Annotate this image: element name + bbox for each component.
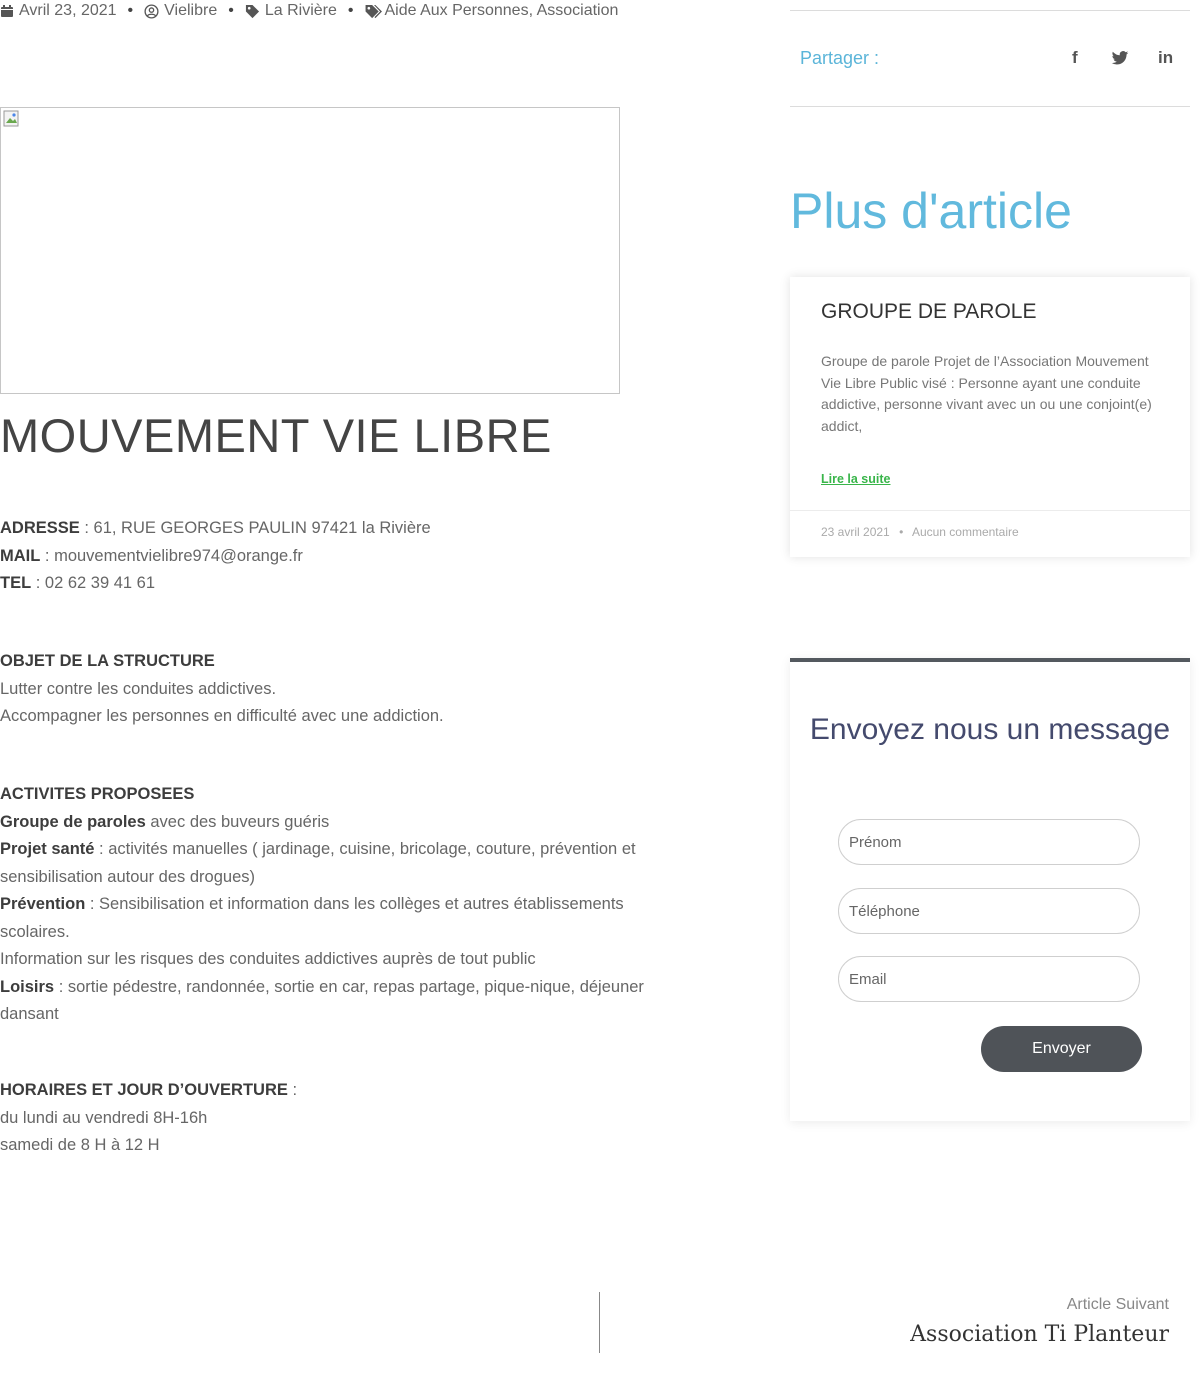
featured-image xyxy=(0,107,620,394)
twitter-icon[interactable] xyxy=(1111,51,1129,71)
card-date: 23 avril 2021 xyxy=(821,525,890,539)
firstname-input[interactable] xyxy=(838,819,1140,865)
tag-icon xyxy=(245,4,260,19)
tags-icon xyxy=(364,4,384,19)
card-footer: 23 avril 2021 • Aucun commentaire xyxy=(821,525,1019,539)
activites-block: ACTIVITES PROPOSEES Groupe de paroles av… xyxy=(0,781,644,1029)
objet-line: Accompagner les personnes en difficulté … xyxy=(0,707,444,725)
calendar-icon xyxy=(0,4,14,18)
card-excerpt: Groupe de parole Projet de l’Association… xyxy=(821,353,1152,434)
share-divider-top xyxy=(790,10,1190,11)
post-title: MOUVEMENT VIE LIBRE xyxy=(0,409,552,462)
post-location-link[interactable]: La Rivière xyxy=(265,2,337,20)
objet-line: Lutter contre les conduites addictives. xyxy=(0,679,277,698)
activite-label: Projet santé xyxy=(0,840,95,858)
mail-value: : mouvementvielibre974@orange.fr xyxy=(40,546,303,565)
activite-label: Loisirs xyxy=(0,977,55,996)
tel-value: : 02 62 39 41 61 xyxy=(31,574,156,592)
activite-label: Groupe de paroles xyxy=(0,812,146,831)
activite-line: Information sur les risques des conduite… xyxy=(0,950,536,968)
email-input[interactable] xyxy=(838,956,1140,1002)
activite-line-cont: sensibilisation autour des drogues) xyxy=(0,867,255,886)
activite-line: Loisirs : sortie pédestre, randonnée, so… xyxy=(0,974,644,1002)
user-circle-icon xyxy=(144,3,159,19)
broken-image-icon xyxy=(3,110,21,133)
post-date: Avril 23, 2021 xyxy=(19,2,117,19)
horaires-block: HORAIRES ET JOUR D’OUVERTURE : du lundi … xyxy=(0,1077,297,1160)
post-meta: Avril 23, 2021 • Vielibre • La Rivière •… xyxy=(0,2,618,20)
next-article-label: Article Suivant xyxy=(1066,1296,1169,1313)
facebook-icon[interactable]: f xyxy=(1072,48,1078,68)
activite-line: Projet santé : activités manuelles ( jar… xyxy=(0,836,644,864)
card-separator: • xyxy=(899,525,904,539)
card-title[interactable]: GROUPE DE PAROLE xyxy=(821,300,1037,324)
activite-line-cont: scolaires. xyxy=(0,922,70,941)
mail-line: MAIL : mouvementvielibre974@orange.fr xyxy=(0,543,431,571)
objet-block: OBJET DE LA STRUCTURE Lutter contre les … xyxy=(0,648,444,731)
activite-line: Groupe de paroles avec des buveurs guéri… xyxy=(0,809,644,837)
read-more-link[interactable]: Lire la suite xyxy=(821,472,890,486)
send-button[interactable]: Envoyer xyxy=(981,1026,1142,1072)
address-label: ADRESSE xyxy=(0,519,80,537)
horaires-line: samedi de 8 H à 12 H xyxy=(0,1136,160,1154)
card-divider xyxy=(790,510,1190,511)
tel-line: TEL : 02 62 39 41 61 xyxy=(0,570,431,598)
card-comments: Aucun commentaire xyxy=(911,525,1019,539)
share-divider-bottom xyxy=(790,106,1190,107)
activite-text: avec des buveurs guéris xyxy=(145,812,330,831)
meta-separator: • xyxy=(127,2,134,19)
share-label: Partager : xyxy=(800,48,880,68)
post-nav-divider xyxy=(599,1292,600,1353)
phone-input[interactable] xyxy=(838,888,1140,934)
tel-label: TEL xyxy=(0,574,32,592)
activite-text: : activités manuelles ( jardinage, cuisi… xyxy=(94,840,636,858)
form-title: Envoyez nous un message xyxy=(809,713,1171,746)
contact-info-block: ADRESSE : 61, RUE GEORGES PAULIN 97421 l… xyxy=(0,515,431,598)
post-categories-link[interactable]: Aide Aux Personnes, Association xyxy=(384,2,618,20)
linkedin-icon[interactable]: in xyxy=(1158,48,1173,68)
address-value: : 61, RUE GEORGES PAULIN 97421 la Rivièr… xyxy=(79,519,431,537)
contact-form: Envoyez nous un message Envoyer xyxy=(790,658,1190,1121)
meta-separator: • xyxy=(228,2,234,19)
address-line: ADRESSE : 61, RUE GEORGES PAULIN 97421 l… xyxy=(0,515,431,543)
activite-label: Prévention xyxy=(0,895,86,913)
more-articles-title: Plus d'article xyxy=(790,183,1072,239)
activite-line-cont: dansant xyxy=(0,1005,59,1023)
next-article-link[interactable]: Association Ti Planteur xyxy=(910,1322,1169,1347)
activite-text: : sortie pédestre, randonnée, sortie en … xyxy=(54,977,644,996)
article-card: GROUPE DE PAROLE Groupe de parole Projet… xyxy=(790,277,1190,557)
post-author-link[interactable]: Vielibre xyxy=(164,2,217,20)
activites-heading: ACTIVITES PROPOSEES xyxy=(0,785,195,803)
horaires-heading-line: HORAIRES ET JOUR D’OUVERTURE : xyxy=(0,1077,297,1105)
meta-separator: • xyxy=(347,2,354,19)
mail-label: MAIL xyxy=(0,546,41,565)
activite-line: Prévention : Sensibilisation et informat… xyxy=(0,891,644,919)
horaires-heading: HORAIRES ET JOUR D’OUVERTURE xyxy=(0,1081,288,1099)
horaires-colon: : xyxy=(287,1081,298,1099)
horaires-line: du lundi au vendredi 8H-16h xyxy=(0,1108,208,1127)
objet-heading: OBJET DE LA STRUCTURE xyxy=(0,652,215,670)
activite-text: : Sensibilisation et information dans le… xyxy=(85,895,624,913)
